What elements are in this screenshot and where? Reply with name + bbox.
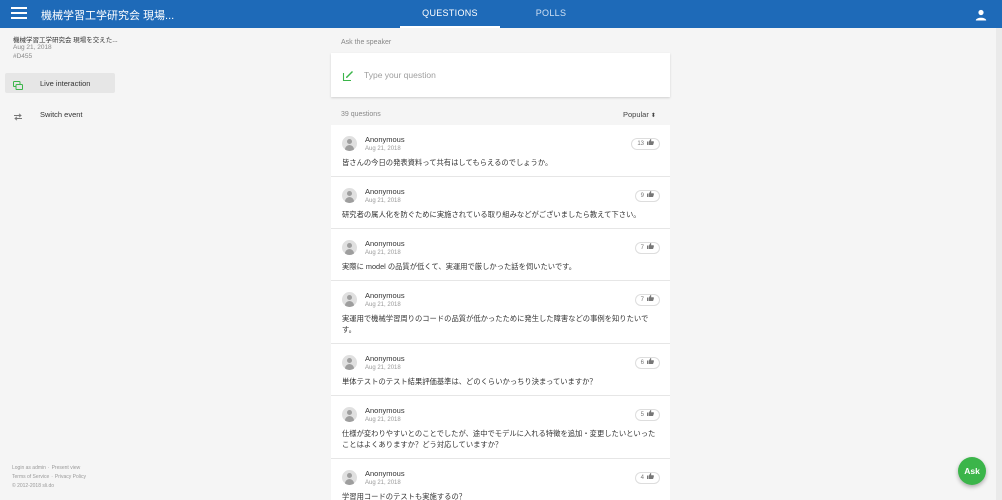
ask-the-speaker-label: Ask the speaker bbox=[341, 39, 392, 46]
question-date: Aug 21, 2018 bbox=[365, 480, 401, 486]
sidebar-footer-row-1: Login as admin · Present view bbox=[12, 465, 81, 471]
question-date: Aug 21, 2018 bbox=[365, 146, 401, 152]
avatar bbox=[342, 136, 357, 151]
tab-questions[interactable]: QUESTIONS bbox=[400, 0, 500, 28]
question-date: Aug 21, 2018 bbox=[365, 365, 401, 371]
sidebar-footer-row-2: Terms of Service · Privacy Policy bbox=[12, 474, 87, 480]
question-text: 学習用コードのテストも実施するの？ bbox=[342, 492, 467, 500]
like-button[interactable]: 7 bbox=[634, 242, 660, 254]
sidebar: 機械学習工学研究会 現場を交えた... Aug 21, 2018 #D455 L… bbox=[0, 28, 124, 500]
like-count: 7 bbox=[640, 297, 644, 303]
like-count: 6 bbox=[640, 360, 644, 366]
question-author: Anonymous bbox=[365, 239, 405, 248]
question-author: Anonymous bbox=[365, 354, 405, 363]
login-as-admin-link[interactable]: Login as admin bbox=[12, 465, 46, 471]
question-text: 研究者の属人化を防ぐために実施されている取り組みなどがございましたら教えて下さい… bbox=[342, 210, 641, 219]
sidebar-item-switch-event[interactable]: Switch event bbox=[5, 104, 115, 124]
sidebar-event-title: 機械学習工学研究会 現場を交えた... bbox=[13, 37, 118, 44]
thumbs-up-icon bbox=[647, 139, 654, 149]
thumbs-up-icon bbox=[647, 473, 654, 483]
scrollbar-track[interactable] bbox=[996, 28, 1002, 500]
thumbs-up-icon bbox=[647, 243, 654, 253]
live-interaction-icon bbox=[13, 78, 23, 90]
question-card: Anonymous Aug 21, 2018 研究者の属人化を防ぐために実施されてい… bbox=[331, 177, 670, 229]
avatar bbox=[342, 292, 357, 307]
person-icon[interactable] bbox=[975, 8, 987, 21]
question-list: Anonymous Aug 21, 2018 皆さんの今日の発表資料って共有はしても… bbox=[331, 125, 670, 500]
like-count: 9 bbox=[640, 193, 644, 199]
thumbs-up-icon bbox=[647, 358, 654, 368]
compose-pen-icon bbox=[342, 69, 354, 82]
questions-count: 39 questions bbox=[341, 111, 381, 118]
avatar bbox=[342, 240, 357, 255]
tab-polls[interactable]: POLLS bbox=[501, 0, 601, 28]
event-title: 機械学習工学研究会 現場... bbox=[41, 10, 175, 22]
privacy-policy-link[interactable]: Privacy Policy bbox=[55, 474, 86, 480]
like-button[interactable]: 7 bbox=[634, 294, 660, 306]
like-button[interactable]: 13 bbox=[631, 138, 660, 150]
question-input[interactable]: Type your question bbox=[331, 53, 670, 97]
present-view-link[interactable]: Present view bbox=[52, 465, 81, 471]
question-author: Anonymous bbox=[365, 406, 405, 415]
sidebar-item-label: Switch event bbox=[40, 110, 83, 119]
like-button[interactable]: 9 bbox=[634, 190, 660, 202]
like-count: 5 bbox=[640, 412, 644, 418]
question-text: 単体テストのテスト結果評価基準は、どのくらいかっちり決まっていますか？ bbox=[342, 377, 597, 386]
avatar bbox=[342, 470, 357, 485]
avatar bbox=[342, 355, 357, 370]
sidebar-event-code: #D455 bbox=[13, 53, 33, 60]
question-date: Aug 21, 2018 bbox=[365, 198, 401, 204]
ask-button[interactable]: Ask bbox=[958, 457, 986, 485]
question-card: Anonymous Aug 21, 2018 単体テストのテスト結果評価基準は、どの… bbox=[331, 344, 670, 396]
question-text: 仕様が変わりやすいとのことでしたが、途中でモデルに入れる特徴を追加・変更したいと… bbox=[342, 429, 656, 449]
question-date: Aug 21, 2018 bbox=[365, 250, 401, 256]
thumbs-up-icon bbox=[647, 191, 654, 201]
question-date: Aug 21, 2018 bbox=[365, 302, 401, 308]
like-button[interactable]: 4 bbox=[634, 472, 660, 484]
question-card: Anonymous Aug 21, 2018 実際に model の品質が低くて、実… bbox=[331, 229, 670, 281]
thumbs-up-icon bbox=[647, 295, 654, 305]
like-count: 7 bbox=[640, 245, 644, 251]
question-input-placeholder: Type your question bbox=[364, 70, 436, 80]
terms-of-service-link[interactable]: Terms of Service bbox=[12, 474, 49, 480]
question-date: Aug 21, 2018 bbox=[365, 417, 401, 423]
question-text: 実運用で機械学習周りのコードの品質が低かったために発生した障害などの事例を知りた… bbox=[342, 314, 649, 334]
question-author: Anonymous bbox=[365, 291, 405, 300]
top-app-bar: 機械学習工学研究会 現場... QUESTIONS POLLS bbox=[0, 0, 1002, 28]
sort-arrows-icon: ⬍ bbox=[650, 113, 656, 119]
sort-dropdown[interactable]: Popular ⬍ bbox=[623, 110, 656, 119]
like-count: 4 bbox=[640, 475, 644, 481]
avatar bbox=[342, 407, 357, 422]
thumbs-up-icon bbox=[647, 410, 654, 420]
sort-label: Popular bbox=[623, 110, 649, 119]
sidebar-item-live-interaction[interactable]: Live interaction bbox=[5, 73, 115, 93]
like-count: 13 bbox=[637, 141, 644, 147]
question-card: Anonymous Aug 21, 2018 実運用で機械学習周りのコードの品質が低… bbox=[331, 281, 670, 344]
question-author: Anonymous bbox=[365, 135, 405, 144]
like-button[interactable]: 5 bbox=[634, 409, 660, 421]
question-text: 実際に model の品質が低くて、実運用で厳しかった話を伺いたいです。 bbox=[342, 262, 577, 271]
question-text: 皆さんの今日の発表資料って共有はしてもらえるのでしょうか。 bbox=[342, 158, 553, 167]
copyright: © 2012-2018 sli.do bbox=[12, 483, 55, 489]
hamburger-menu-icon[interactable] bbox=[11, 7, 27, 21]
sidebar-event-date: Aug 21, 2018 bbox=[13, 44, 52, 51]
question-card: Anonymous Aug 21, 2018 学習用コードのテストも実施するの？ 4 bbox=[331, 459, 670, 500]
question-author: Anonymous bbox=[365, 469, 405, 478]
question-card: Anonymous Aug 21, 2018 皆さんの今日の発表資料って共有はしても… bbox=[331, 125, 670, 177]
question-card: Anonymous Aug 21, 2018 仕様が変わりやすいとのことでしたが、途… bbox=[331, 396, 670, 459]
switch-arrows-icon bbox=[13, 109, 23, 121]
question-author: Anonymous bbox=[365, 187, 405, 196]
sidebar-item-label: Live interaction bbox=[40, 79, 91, 88]
like-button[interactable]: 6 bbox=[634, 357, 660, 369]
avatar bbox=[342, 188, 357, 203]
